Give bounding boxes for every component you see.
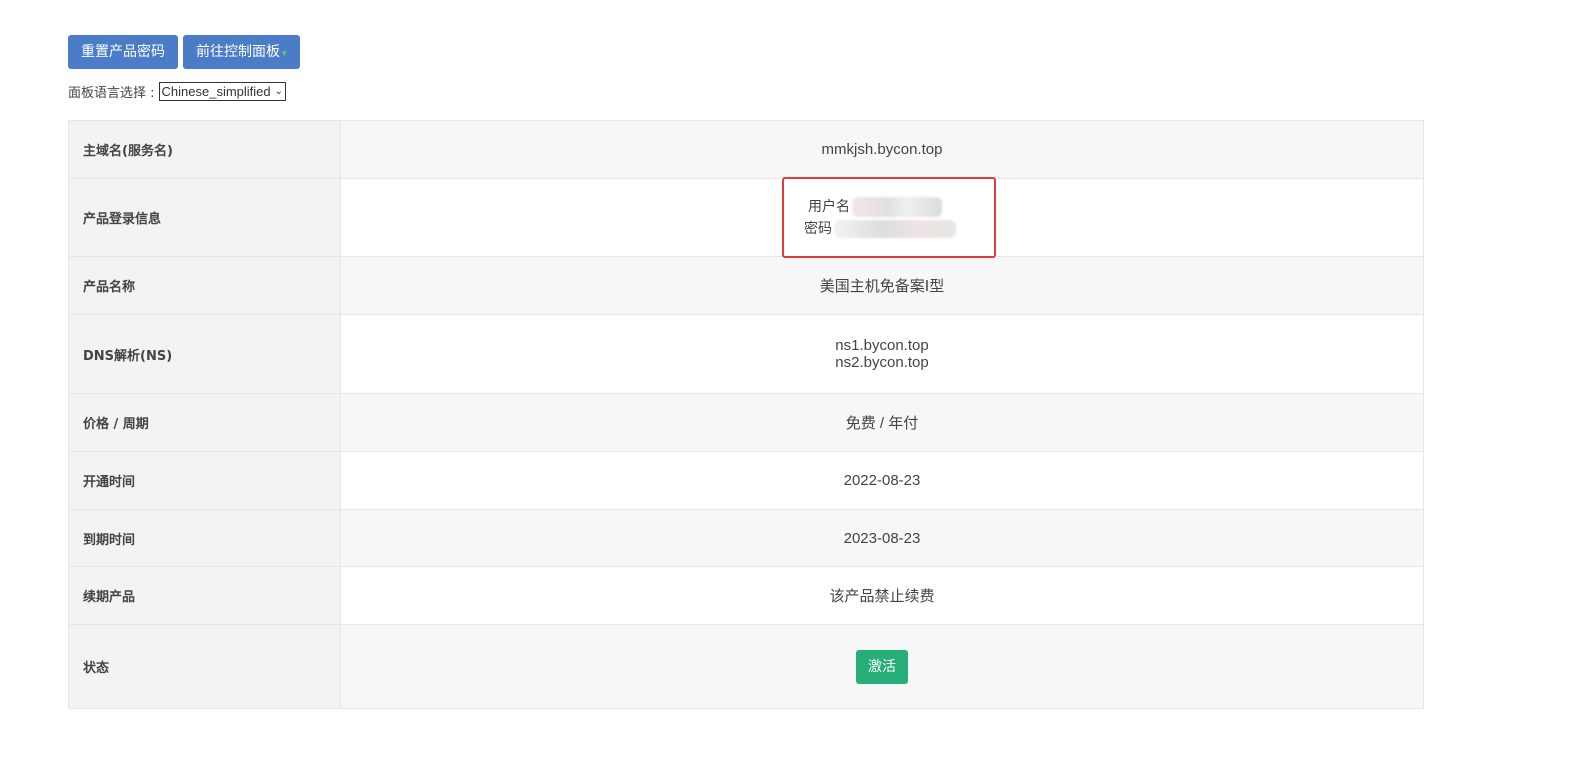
row-label: 状态 (68, 624, 341, 709)
login-info: 用户名 密码 (804, 196, 956, 240)
panel-language-row: 面板语言选择 : Chinese_simplified ⌄ (68, 81, 287, 101)
renewal-value: 该产品禁止续费 (340, 566, 1424, 625)
toolbar: 重置产品密码 前往控制面板 ▾ (68, 35, 300, 69)
table-row: 价格 / 周期 免费 / 年付 (68, 393, 1424, 452)
table-row: 续期产品 该产品禁止续费 (68, 566, 1424, 625)
go-to-control-panel-button[interactable]: 前往控制面板 ▾ (183, 35, 300, 69)
activation-date-value: 2022-08-23 (340, 451, 1424, 510)
expiry-date-value: 2023-08-23 (340, 509, 1424, 567)
table-row: 到期时间 2023-08-23 (68, 509, 1424, 567)
panel-language-select[interactable]: Chinese_simplified ⌄ (158, 81, 287, 101)
row-label: 产品名称 (68, 256, 341, 315)
panel-language-value: Chinese_simplified (161, 83, 271, 99)
reset-password-label: 重置产品密码 (81, 44, 165, 60)
reset-product-password-button[interactable]: 重置产品密码 (68, 35, 178, 69)
row-label: 产品登录信息 (68, 178, 341, 257)
caret-down-icon: ▾ (282, 49, 287, 59)
username-line: 用户名 (808, 196, 956, 218)
panel-language-label: 面板语言选择 : (68, 85, 155, 101)
status-cell: 激活 (340, 624, 1424, 709)
table-row: 开通时间 2022-08-23 (68, 451, 1424, 510)
row-label: 价格 / 周期 (68, 393, 341, 452)
row-label: 续期产品 (68, 566, 341, 625)
row-label: 主域名(服务名) (68, 120, 341, 179)
control-panel-label: 前往控制面板 (196, 44, 280, 60)
dns-cell: ns1.bycon.top ns2.bycon.top (340, 314, 1424, 394)
product-info-table: 主域名(服务名) mmkjsh.bycon.top 产品登录信息 用户名 密码 … (68, 120, 1424, 709)
password-line: 密码 (804, 218, 956, 240)
main-domain-value: mmkjsh.bycon.top (340, 120, 1424, 179)
chevron-down-icon: ⌄ (274, 85, 284, 97)
table-row: 产品名称 美国主机免备案Ⅰ型 (68, 256, 1424, 315)
password-label: 密码 (804, 220, 832, 237)
row-label: DNS解析(NS) (68, 314, 341, 394)
redacted-username (852, 196, 942, 217)
ns2-value: ns2.bycon.top (835, 354, 929, 371)
row-label: 开通时间 (68, 451, 341, 510)
price-cycle-value: 免费 / 年付 (340, 393, 1424, 452)
redacted-password (834, 219, 956, 238)
table-row: 产品登录信息 用户名 密码 (68, 178, 1424, 257)
table-row: 状态 激活 (68, 624, 1424, 709)
table-row: 主域名(服务名) mmkjsh.bycon.top (68, 120, 1424, 179)
username-label: 用户名 (808, 198, 850, 215)
product-name-value: 美国主机免备案Ⅰ型 (340, 256, 1424, 315)
login-info-cell: 用户名 密码 (340, 178, 1424, 257)
table-row: DNS解析(NS) ns1.bycon.top ns2.bycon.top (68, 314, 1424, 394)
status-badge: 激活 (856, 649, 908, 684)
ns1-value: ns1.bycon.top (835, 337, 929, 354)
row-label: 到期时间 (68, 509, 341, 567)
